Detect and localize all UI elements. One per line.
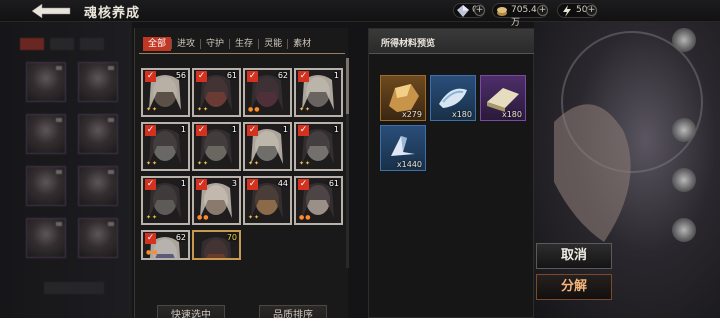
soul-core-card[interactable]: ✓ 56 ✦✦	[141, 68, 190, 117]
menu-orb-icon[interactable]	[672, 118, 696, 142]
card-level: 1	[333, 71, 339, 80]
card-level: 44	[277, 179, 288, 188]
selected-check-icon: ✓	[196, 71, 207, 82]
card-stars: ✦✦	[248, 214, 261, 221]
card-stars: ✦✦	[248, 160, 261, 167]
scrollbar-thumb[interactable]	[346, 58, 349, 114]
stamina-bolt-icon	[561, 5, 573, 17]
selected-check-icon: ✓	[298, 125, 309, 136]
selected-check-icon: ✓	[145, 179, 156, 190]
back-arrow-icon[interactable]	[30, 2, 74, 20]
materials-header: 所得材料预览	[369, 29, 535, 54]
decompose-button[interactable]: 分解	[536, 274, 612, 300]
card-stars: ●●	[197, 214, 210, 221]
card-stars: ●●	[299, 214, 312, 221]
soul-core-card[interactable]: ✓ 44 ✦✦	[243, 176, 292, 225]
material-qty: x180	[501, 110, 522, 119]
card-level: 3	[231, 179, 237, 188]
card-stars: ●●	[146, 249, 159, 256]
soul-core-card[interactable]: ✓ 1 ✦✦	[294, 122, 343, 171]
gem-icon	[457, 5, 469, 17]
tab-survival[interactable]: 生存	[230, 37, 258, 51]
material-item[interactable]: x180	[430, 75, 476, 121]
soul-core-card[interactable]: ✓ 1 ✦✦	[141, 122, 190, 171]
background-tabs	[20, 38, 124, 50]
tab-attack[interactable]: 进攻	[172, 37, 200, 51]
gold-counter: 705.4万 +	[492, 3, 548, 28]
card-stars: ●●	[248, 106, 261, 113]
gold-add-button[interactable]: +	[537, 5, 548, 16]
menu-orb-icon[interactable]	[672, 218, 696, 242]
card-level: 1	[180, 125, 186, 134]
soul-core-card[interactable]: ✓ 1 ✦✦	[294, 68, 343, 117]
card-level: 56	[175, 71, 186, 80]
card-stars: ✦✦	[197, 160, 210, 167]
card-level: 70	[226, 233, 237, 242]
menu-orb-icon[interactable]	[672, 28, 696, 52]
card-level: 61	[328, 179, 339, 188]
card-stars: ✦✦	[146, 214, 159, 221]
selected-check-icon: ✓	[247, 179, 258, 190]
card-level: 1	[333, 125, 339, 134]
materials-preview-panel: 所得材料预览 x279 x180 x180 x1440	[368, 28, 535, 318]
card-stars: ✦✦	[299, 106, 312, 113]
material-item[interactable]: x1440	[380, 125, 426, 171]
stamina-counter: 50 +	[557, 3, 597, 18]
background-left-panel	[0, 22, 132, 318]
gem-counter: 0 +	[453, 3, 485, 18]
soul-core-card[interactable]: 70	[192, 230, 241, 260]
cancel-button[interactable]: 取消	[536, 243, 612, 269]
card-level: 1	[180, 179, 186, 188]
soul-core-card[interactable]: ✓ 61 ✦✦	[192, 68, 241, 117]
tab-material[interactable]: 素材	[288, 37, 316, 51]
soul-core-card[interactable]: ✓ 1 ✦✦	[243, 122, 292, 171]
soul-core-card[interactable]: ✓ 1 ✦✦	[192, 122, 241, 171]
selected-check-icon: ✓	[247, 125, 258, 136]
material-item[interactable]: x180	[480, 75, 526, 121]
card-level: 1	[282, 125, 288, 134]
tab-guard[interactable]: 守护	[201, 37, 229, 51]
material-qty: x1440	[396, 160, 422, 169]
material-qty: x180	[451, 110, 472, 119]
selected-check-icon: ✓	[247, 71, 258, 82]
soul-core-card[interactable]: ✓ 62 ●●	[141, 230, 190, 260]
soul-core-card[interactable]: ✓ 61 ●●	[294, 176, 343, 225]
soul-core-card[interactable]: ✓ 1 ✦✦	[141, 176, 190, 225]
quality-sort-button[interactable]: 品质排序	[259, 305, 327, 318]
selected-check-icon: ✓	[145, 125, 156, 136]
soul-core-card[interactable]: ✓ 62 ●●	[243, 68, 292, 117]
card-stars: ✦✦	[146, 160, 159, 167]
inventory-panel: 全部 进攻 守护 生存 灵能 素材 ✓ 56 ✦✦ ✓ 61 ✦✦ ✓ 62 ●● ✓ 1 ✦✦ ✓ 1 ✦…	[134, 28, 349, 318]
filter-tabs: 全部 进攻 守护 生存 灵能 素材	[143, 37, 316, 51]
card-level: 61	[226, 71, 237, 80]
card-level: 62	[175, 233, 186, 242]
page-title: 魂核养成	[84, 6, 141, 21]
card-stars: ✦✦	[197, 106, 210, 113]
quick-select-button[interactable]: 快速选中	[157, 305, 225, 318]
selected-check-icon: ✓	[298, 71, 309, 82]
top-bar: 魂核养成 0 + 705.4万 + 50 +	[0, 0, 720, 28]
gold-value: 705.4万	[511, 5, 537, 28]
card-stars: ✦✦	[299, 160, 312, 167]
selected-check-icon: ✓	[196, 125, 207, 136]
menu-orb-icon[interactable]	[672, 168, 696, 192]
selected-check-icon: ✓	[196, 179, 207, 190]
card-level: 62	[277, 71, 288, 80]
tab-psionic[interactable]: 灵能	[259, 37, 287, 51]
card-level: 1	[231, 125, 237, 134]
soul-core-card[interactable]: ✓ 3 ●●	[192, 176, 241, 225]
material-item[interactable]: x279	[380, 75, 426, 121]
card-stars: ✦✦	[146, 106, 159, 113]
selected-check-icon: ✓	[145, 233, 156, 244]
gold-icon	[496, 5, 508, 17]
stamina-add-button[interactable]: +	[586, 5, 597, 16]
tab-all[interactable]: 全部	[143, 37, 172, 51]
gem-add-button[interactable]: +	[474, 5, 485, 16]
material-qty: x279	[401, 110, 422, 119]
materials-title: 所得材料预览	[381, 39, 436, 49]
selected-check-icon: ✓	[298, 179, 309, 190]
selected-check-icon: ✓	[145, 71, 156, 82]
